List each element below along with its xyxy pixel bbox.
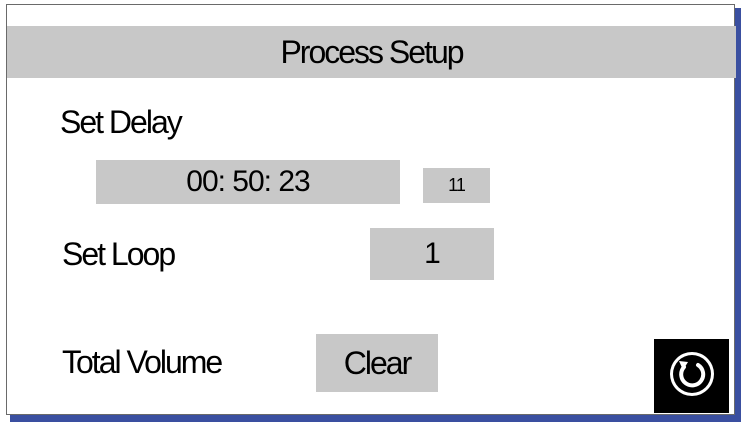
clear-button[interactable]: Clear [316, 334, 438, 392]
return-arrow-icon [667, 349, 717, 404]
delay-time-field[interactable]: 00: 50: 23 [96, 160, 400, 204]
total-volume-label: Total Volume [62, 344, 223, 380]
back-button[interactable] [654, 339, 729, 413]
set-loop-label: Set Loop [62, 236, 176, 272]
page-title: Process Setup [280, 33, 464, 70]
loop-count-field[interactable]: 1 [370, 228, 494, 280]
set-delay-label: Set Delay [60, 104, 183, 140]
delay-seconds-field[interactable]: 11 [423, 168, 490, 203]
title-bar: Process Setup [7, 26, 736, 78]
